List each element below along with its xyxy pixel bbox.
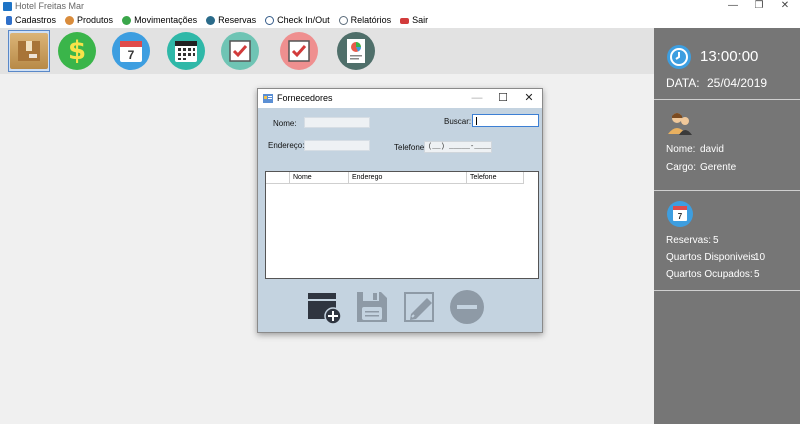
edit-icon xyxy=(404,292,434,322)
toolbar: $ 7 xyxy=(0,28,654,74)
edit-button[interactable] xyxy=(401,289,437,325)
user-name: david xyxy=(700,144,724,155)
window-title: Hotel Freitas Mar xyxy=(15,1,85,11)
fornecedores-dialog: Fornecedores — ☐ ✕ Nome: Endereço: Busca… xyxy=(257,88,543,333)
endereco-field[interactable] xyxy=(304,140,370,151)
reservations-icon xyxy=(206,16,216,25)
checkbox-teal-icon xyxy=(229,40,251,62)
window-maximize-button[interactable]: ❐ xyxy=(746,0,772,13)
window-minimize-button[interactable]: — xyxy=(720,0,746,13)
checkin-button[interactable] xyxy=(221,32,259,70)
grid-header: Nome Enderego Telefone xyxy=(266,172,524,184)
user-icon xyxy=(668,113,692,135)
box-icon xyxy=(18,41,40,61)
available-rooms-label: Quartos Disponiveis: xyxy=(666,252,759,263)
user-name-label: Nome: xyxy=(666,144,696,155)
buscar-input[interactable] xyxy=(472,114,539,127)
agenda-button[interactable]: 7 xyxy=(112,32,150,70)
nome-label: Nome: xyxy=(273,119,297,128)
menu-bar: Cadastros Produtos Movimentações Reserva… xyxy=(0,13,800,28)
window-close-button[interactable]: ✕ xyxy=(772,0,798,13)
panel-divider xyxy=(654,290,800,291)
dollar-icon: $ xyxy=(67,36,87,66)
reservas-button[interactable] xyxy=(167,32,205,70)
menu-label: Movimentações xyxy=(134,15,198,25)
date-value: 25/04/2019 xyxy=(707,76,768,90)
menu-label: Sair xyxy=(412,15,429,25)
window-title-bar: Hotel Freitas Mar — ❐ ✕ xyxy=(0,0,800,13)
endereco-label: Endereço: xyxy=(268,141,305,150)
grid-row-header-cell xyxy=(266,172,290,184)
reservations-count: 5 xyxy=(713,235,719,246)
occupied-rooms-label: Quartos Ocupados: xyxy=(666,269,753,280)
clock-time: 13:00:00 xyxy=(700,48,759,65)
calendar-icon-text: 7 xyxy=(678,212,683,221)
menu-label: Check In/Out xyxy=(277,15,330,25)
report-icon xyxy=(347,39,365,63)
relatorios-button[interactable] xyxy=(337,32,375,70)
menu-reservas[interactable]: Reservas xyxy=(206,13,256,28)
menu-label: Reservas xyxy=(218,15,257,25)
grid-column-nome[interactable]: Nome xyxy=(290,172,349,184)
exit-icon xyxy=(400,17,410,24)
new-record-icon xyxy=(308,293,342,325)
checkin-icon xyxy=(265,16,275,25)
menu-label: Cadastros xyxy=(15,15,57,25)
dialog-title: Fornecedores xyxy=(277,93,333,103)
calendar-month-icon xyxy=(175,41,197,62)
buscar-label: Buscar: xyxy=(444,117,472,126)
dialog-maximize-button[interactable]: ☐ xyxy=(490,89,516,108)
calendar-icon: 7 xyxy=(667,201,693,227)
menu-produtos[interactable]: Produtos xyxy=(65,13,113,28)
save-icon xyxy=(357,292,387,322)
nome-field[interactable] xyxy=(304,117,370,128)
telefone-label: Telefone: xyxy=(394,143,427,152)
clock-icon xyxy=(667,45,691,69)
dialog-app-icon xyxy=(263,94,273,103)
document-icon xyxy=(6,16,12,25)
calendar-day-icon: 7 xyxy=(120,41,142,62)
menu-label: Relatórios xyxy=(350,15,392,25)
dialog-minimize-button[interactable]: — xyxy=(464,89,490,108)
remove-icon xyxy=(450,290,484,324)
save-button[interactable] xyxy=(354,289,390,325)
delete-button[interactable] xyxy=(449,289,485,325)
fornecedores-grid[interactable]: Nome Enderego Telefone xyxy=(265,171,539,279)
dialog-title-bar: Fornecedores — ☐ ✕ xyxy=(258,89,542,108)
panel-divider xyxy=(654,190,800,191)
checkout-button[interactable] xyxy=(280,32,318,70)
panel-divider xyxy=(654,99,800,100)
date-label: DATA: xyxy=(666,76,700,90)
money-icon xyxy=(122,16,132,25)
calendar-day-text: 7 xyxy=(128,48,135,62)
products-icon xyxy=(65,16,75,25)
financeiro-button[interactable]: $ xyxy=(58,32,96,70)
menu-cadastros[interactable]: Cadastros xyxy=(6,13,56,28)
menu-label: Produtos xyxy=(77,15,114,25)
menu-check-in-out[interactable]: Check In/Out xyxy=(265,13,330,28)
available-rooms-count: 10 xyxy=(754,252,766,263)
grid-column-telefone[interactable]: Telefone xyxy=(467,172,524,184)
menu-movimentacoes[interactable]: Movimentações xyxy=(122,13,197,28)
checkbox-red-icon xyxy=(288,40,310,62)
reports-icon xyxy=(338,16,348,25)
app-icon xyxy=(3,2,12,11)
reservations-label: Reservas: xyxy=(666,235,712,246)
text-caret xyxy=(476,117,477,125)
dialog-close-button[interactable]: ✕ xyxy=(516,89,542,108)
fornecedores-button[interactable] xyxy=(10,33,48,69)
telefone-field[interactable]: (__) _____-____ xyxy=(424,141,492,153)
menu-sair[interactable]: Sair xyxy=(400,13,428,28)
grid-column-endereco[interactable]: Enderego xyxy=(349,172,467,184)
status-panel: 13:00:00 DATA: 25/04/2019 Nome: david Ca… xyxy=(654,28,800,424)
user-role-label: Cargo: xyxy=(666,162,697,173)
new-record-button[interactable] xyxy=(306,289,342,325)
menu-relatorios[interactable]: Relatórios xyxy=(338,13,392,28)
occupied-rooms-count: 5 xyxy=(754,269,760,280)
user-role: Gerente xyxy=(700,162,737,173)
